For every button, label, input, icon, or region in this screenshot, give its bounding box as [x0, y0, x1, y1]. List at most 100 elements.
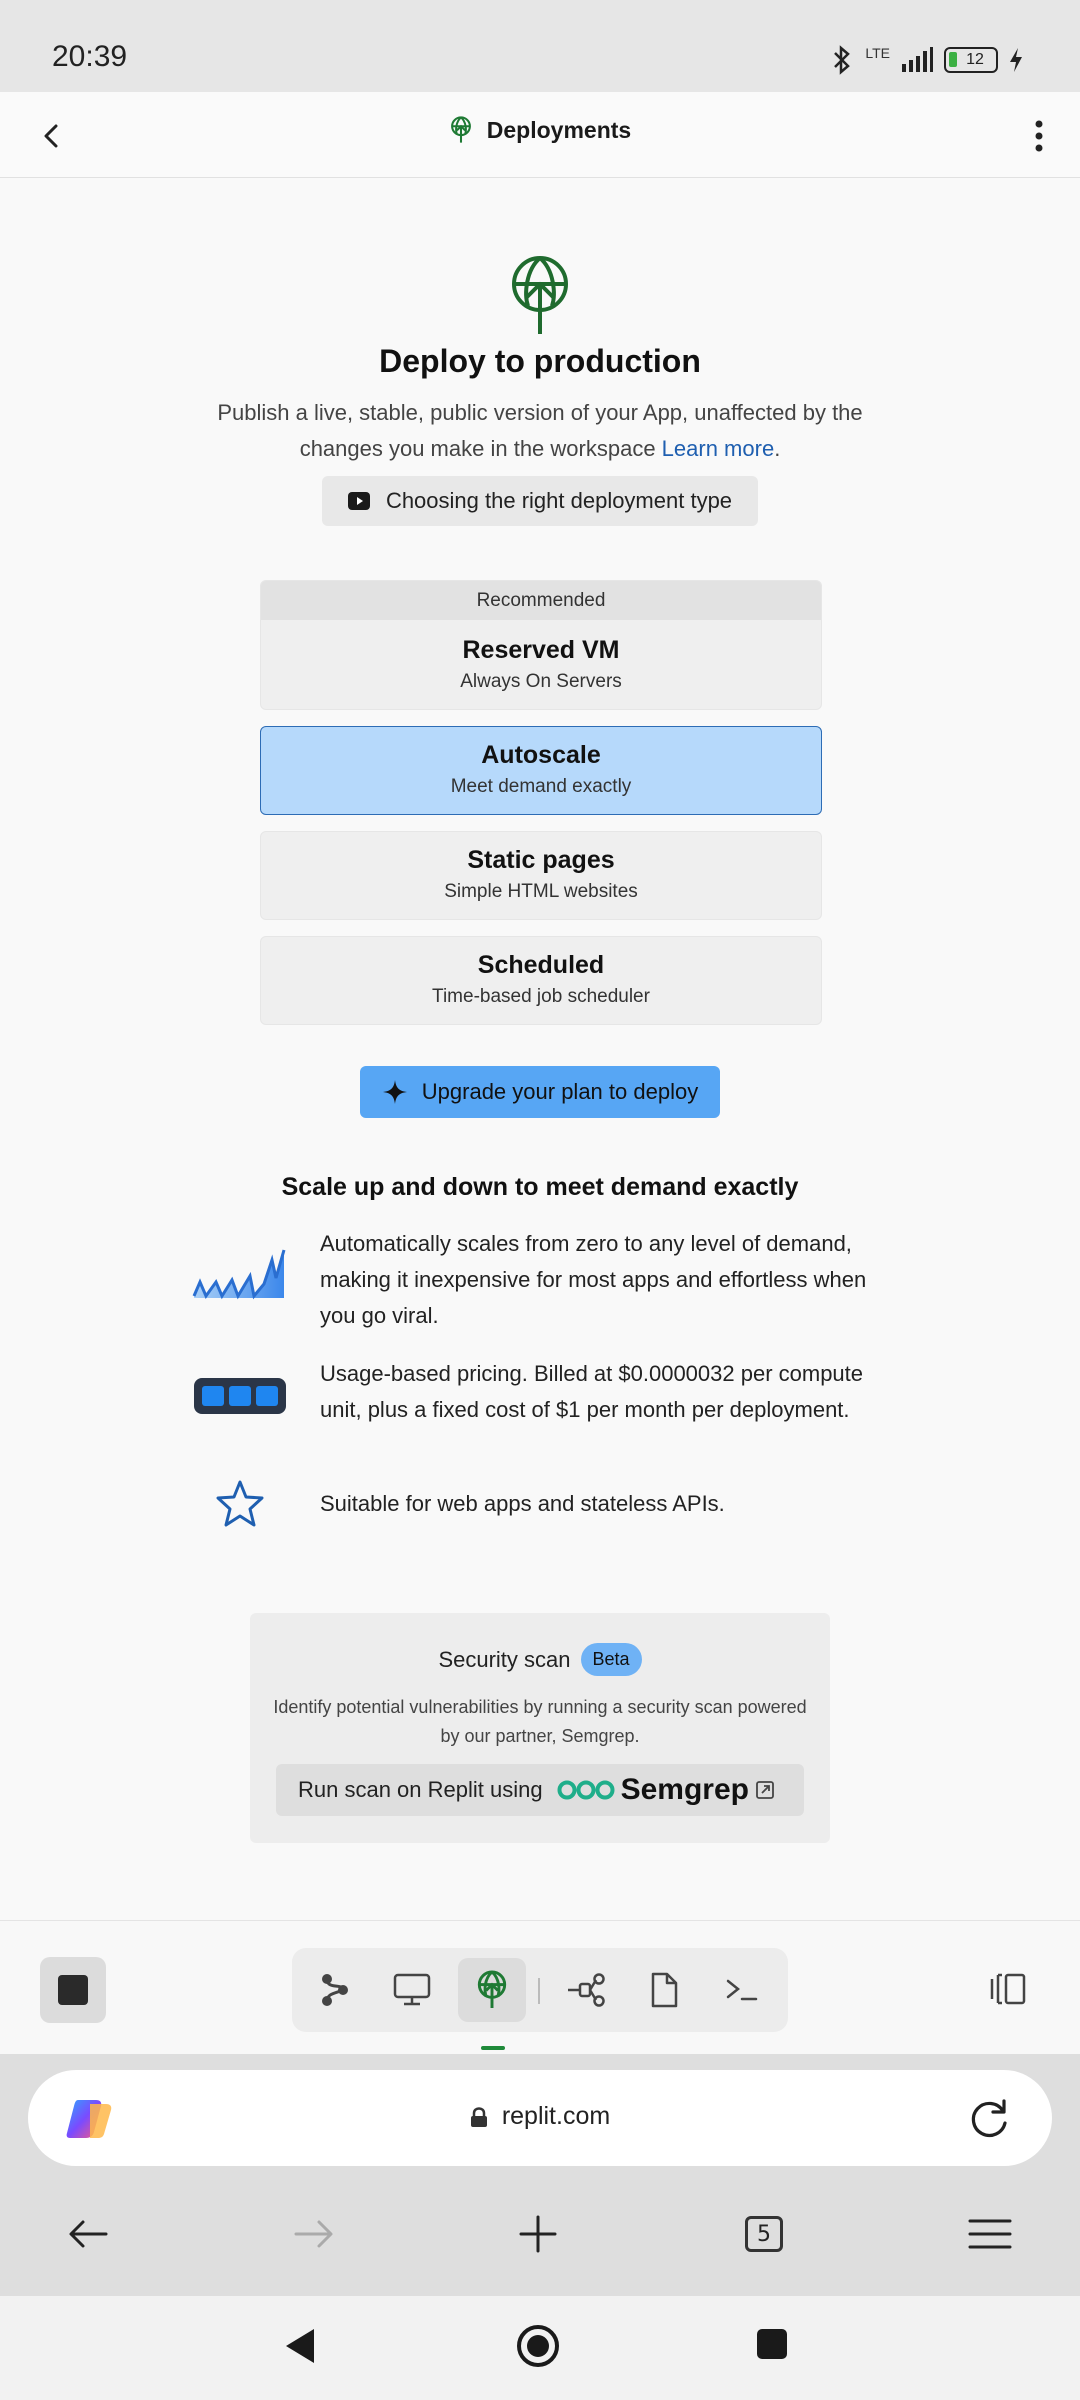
browser-menu-button[interactable] — [960, 2204, 1020, 2264]
tab-count: 5 — [745, 2216, 783, 2252]
option-name: Scheduled — [477, 951, 605, 979]
url-display: replit.com — [28, 2102, 1052, 2131]
security-scan-card: Security scan Beta Identify potential vu… — [250, 1613, 830, 1843]
feature-text: Usage-based pricing. Billed at $0.000003… — [320, 1361, 864, 1422]
status-icons: LTE 12 — [829, 44, 1024, 76]
battery-level: 12 — [966, 51, 984, 68]
browser-chrome: replit.com 5 — [0, 2054, 1080, 2296]
system-home-icon[interactable] — [516, 2324, 560, 2368]
tab-git[interactable] — [300, 1958, 368, 2022]
features-title: Scale up and down to meet demand exactly — [281, 1173, 799, 1201]
option-subtitle: Time-based job scheduler — [432, 986, 650, 1007]
system-navigation-bar — [0, 2296, 1080, 2400]
run-scan-button[interactable]: Run scan on Replit using Semgrep — [276, 1764, 804, 1816]
semgrep-rings-icon — [557, 1780, 615, 1800]
browser-nav-row: 5 — [0, 2204, 1080, 2284]
recommended-banner: Recommended — [261, 581, 821, 620]
security-scan-header: Security scan Beta — [250, 1643, 830, 1676]
hamburger-menu-icon — [968, 2219, 1012, 2249]
git-icon — [322, 1974, 348, 2006]
arrow-right-icon — [294, 2220, 333, 2248]
learn-more-link[interactable]: Learn more — [662, 436, 775, 461]
security-scan-description: Identify potential vulnerabilities by ru… — [273, 1697, 807, 1746]
tab-separator — [538, 1978, 540, 2004]
beta-badge: Beta — [580, 1643, 642, 1676]
option-autoscale[interactable]: Autoscale Meet demand exactly — [260, 726, 822, 815]
hero-description: Publish a live, stable, public version o… — [200, 395, 880, 467]
stop-icon — [58, 1975, 88, 2005]
more-options-icon[interactable] — [1024, 114, 1054, 158]
youtube-icon — [347, 492, 370, 510]
workspace-tabbar — [292, 1948, 788, 2032]
url-text: replit.com — [501, 2102, 611, 2130]
deployments-icon — [450, 116, 471, 143]
tab-webview[interactable] — [378, 1958, 446, 2022]
tab-workflows[interactable] — [552, 1958, 620, 2022]
hero-title: Deploy to production — [379, 343, 701, 379]
reload-icon[interactable] — [966, 2096, 1012, 2142]
battery-icon: 12 — [944, 47, 998, 73]
header-title-group: Deployments — [0, 116, 1080, 144]
option-subtitle: Simple HTML websites — [444, 881, 638, 902]
workspace-toolbar — [0, 1920, 1080, 2055]
system-back-icon[interactable] — [282, 2326, 318, 2366]
feature-text: Automatically scales from zero to any le… — [320, 1231, 867, 1328]
option-name: Static pages — [467, 846, 615, 874]
option-name: Reserved VM — [462, 636, 620, 664]
active-tab-indicator — [481, 2046, 505, 2050]
deployment-options: Recommended Reserved VM Always On Server… — [260, 580, 822, 1041]
status-time: 20:39 — [52, 40, 128, 73]
option-subtitle: Meet demand exactly — [450, 776, 632, 797]
feature-suitability: Suitable for web apps and stateless APIs… — [190, 1476, 910, 1532]
terminal-icon — [726, 1979, 758, 2001]
sparkle-icon — [382, 1080, 407, 1104]
run-scan-label: Run scan on Replit using — [298, 1777, 543, 1802]
feature-pricing: Usage-based pricing. Billed at $0.000003… — [190, 1356, 910, 1436]
feature-text: Suitable for web apps and stateless APIs… — [320, 1491, 725, 1516]
star-icon — [190, 1476, 290, 1532]
deployment-type-video-button[interactable]: Choosing the right deployment type — [322, 476, 758, 526]
panel-toggle-icon[interactable] — [988, 1969, 1028, 2009]
battery-usage-icon — [190, 1356, 290, 1436]
signal-icon — [902, 47, 933, 72]
network-type: LTE — [865, 45, 890, 61]
tab-files[interactable] — [630, 1958, 698, 2022]
scaling-chart-icon — [190, 1226, 290, 1306]
system-recents-icon[interactable] — [756, 2328, 788, 2360]
hero-description-period: . — [774, 436, 781, 461]
browser-forward-button[interactable] — [284, 2204, 344, 2264]
deploy-globe-icon — [512, 256, 568, 334]
video-button-label: Choosing the right deployment type — [385, 488, 733, 513]
option-static-pages[interactable]: Static pages Simple HTML websites — [260, 831, 822, 920]
external-link-icon — [756, 1781, 774, 1799]
deployments-icon — [477, 1970, 507, 2009]
tab-shell[interactable] — [708, 1958, 776, 2022]
workflow-icon — [568, 1973, 605, 2007]
status-bar: 20:39 LTE 12 — [0, 0, 1080, 92]
new-tab-button[interactable] — [508, 2204, 568, 2264]
monitor-icon — [393, 1973, 431, 2006]
address-bar[interactable]: replit.com — [28, 2070, 1052, 2166]
option-reserved-vm[interactable]: Recommended Reserved VM Always On Server… — [260, 580, 822, 710]
arrow-left-icon — [69, 2220, 108, 2248]
security-scan-title: Security scan — [438, 1646, 571, 1672]
stop-button[interactable] — [40, 1957, 106, 2023]
tabs-button[interactable]: 5 — [734, 2204, 794, 2264]
option-subtitle: Always On Servers — [460, 671, 622, 692]
charging-icon — [1010, 48, 1022, 72]
tab-deployments[interactable] — [458, 1958, 526, 2022]
lock-icon — [470, 2106, 487, 2127]
feature-autoscaling: Automatically scales from zero to any le… — [190, 1226, 910, 1334]
option-scheduled[interactable]: Scheduled Time-based job scheduler — [260, 936, 822, 1025]
file-icon — [651, 1972, 678, 2008]
page-title: Deployments — [486, 116, 632, 143]
semgrep-logo: Semgrep — [557, 1773, 775, 1807]
upgrade-button-label: Upgrade your plan to deploy — [421, 1079, 699, 1104]
option-name: Autoscale — [481, 741, 601, 769]
semgrep-name: Semgrep — [620, 1773, 749, 1806]
bluetooth-icon — [834, 45, 851, 75]
plus-icon — [519, 2215, 557, 2253]
browser-back-button[interactable] — [58, 2204, 118, 2264]
app-header: Deployments — [0, 92, 1080, 178]
upgrade-plan-button[interactable]: Upgrade your plan to deploy — [360, 1066, 720, 1118]
